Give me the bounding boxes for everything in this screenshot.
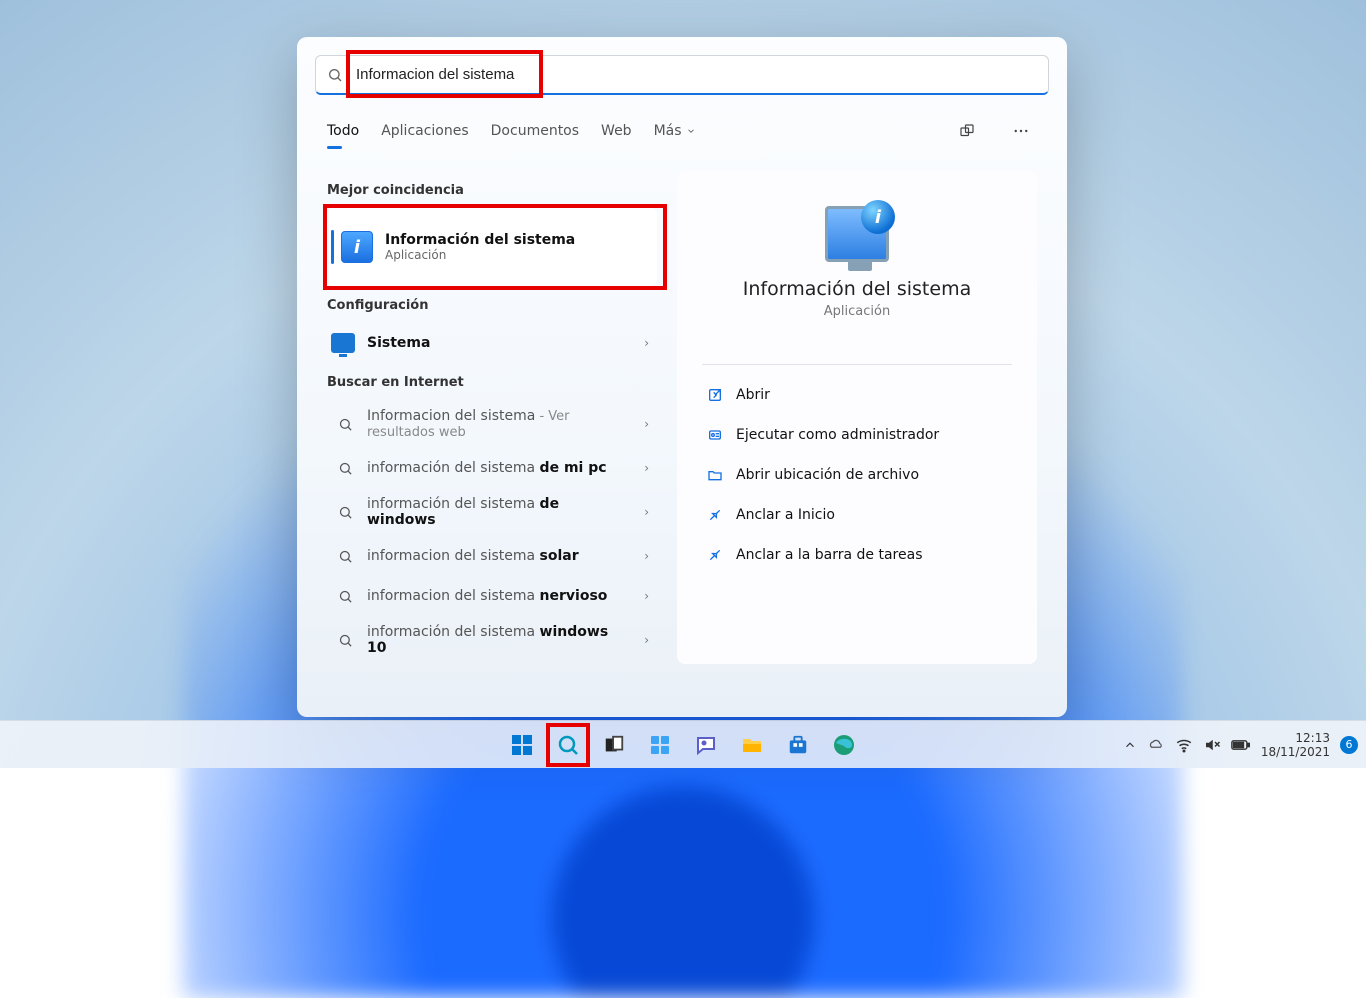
section-search-web-label: Buscar en Internet (327, 375, 657, 390)
battery-icon[interactable] (1231, 738, 1251, 752)
chevron-right-icon: › (644, 633, 649, 647)
taskbar-center (502, 725, 864, 765)
taskbar-search-button[interactable] (548, 725, 588, 765)
search-input[interactable] (315, 55, 1049, 95)
web-result-1[interactable]: Informacion del sistema - Ver resultados… (327, 400, 657, 448)
section-best-match-label: Mejor coincidencia (327, 183, 657, 198)
notifications-badge[interactable]: 6 (1340, 736, 1358, 754)
web-result-2[interactable]: información del sistema de mi pc › (327, 448, 657, 488)
action-pin-start[interactable]: Anclar a Inicio (702, 495, 1012, 535)
wifi-icon[interactable] (1175, 736, 1193, 754)
web-result-6[interactable]: información del sistema windows 10 › (327, 616, 657, 664)
tabs-row: Todo Aplicaciones Documentos Web Más (315, 95, 1049, 161)
tab-aplicaciones[interactable]: Aplicaciones (381, 123, 468, 139)
web-result-5[interactable]: informacion del sistema nervioso › (327, 576, 657, 616)
web-result-label: información del sistema de mi pc (367, 460, 632, 476)
shield-icon (706, 426, 724, 444)
preview-title: Información del sistema (702, 278, 1012, 300)
web-result-label: Informacion del sistema - Ver resultados… (367, 408, 632, 440)
action-label: Abrir (736, 387, 1008, 403)
search-icon (335, 546, 355, 566)
chevron-right-icon: › (644, 549, 649, 563)
tray-chevron-icon[interactable] (1123, 738, 1137, 752)
action-label: Ejecutar como administrador (736, 427, 1008, 443)
taskbar: 12:13 18/11/2021 6 (0, 720, 1366, 768)
action-run-admin[interactable]: Ejecutar como administrador (702, 415, 1012, 455)
tab-mas-label: Más (654, 123, 682, 139)
task-view-button[interactable] (594, 725, 634, 765)
pin-icon (702, 502, 727, 527)
clock-date: 18/11/2021 (1261, 745, 1330, 759)
config-item-sistema[interactable]: Sistema › (327, 323, 657, 363)
chevron-right-icon: › (644, 417, 649, 431)
web-result-label: información del sistema windows 10 (367, 624, 632, 656)
search-icon (335, 458, 355, 478)
action-label: Abrir ubicación de archivo (736, 467, 1008, 483)
start-button[interactable] (502, 725, 542, 765)
widgets-button[interactable] (640, 725, 680, 765)
tab-todo[interactable]: Todo (327, 123, 359, 139)
clock[interactable]: 12:13 18/11/2021 (1261, 731, 1330, 759)
chevron-right-icon: › (644, 505, 649, 519)
best-match-subtitle: Aplicación (385, 248, 575, 262)
file-explorer-button[interactable] (732, 725, 772, 765)
clock-time: 12:13 (1261, 731, 1330, 745)
action-label: Anclar a la barra de tareas (736, 547, 1008, 563)
web-result-4[interactable]: informacion del sistema solar › (327, 536, 657, 576)
preview-subtitle: Aplicación (702, 304, 1012, 319)
config-item-label: Sistema (367, 335, 632, 351)
tab-web[interactable]: Web (601, 123, 632, 139)
best-match-title: Información del sistema (385, 232, 575, 248)
chevron-right-icon: › (644, 336, 649, 350)
selection-accent (331, 230, 334, 264)
tab-documentos[interactable]: Documentos (491, 123, 579, 139)
onedrive-icon[interactable] (1147, 736, 1165, 754)
action-pin-taskbar[interactable]: Anclar a la barra de tareas (702, 535, 1012, 575)
search-container (315, 55, 1049, 95)
content-area: Mejor coincidencia i Información del sis… (315, 161, 1049, 664)
open-new-window-icon[interactable] (951, 115, 983, 147)
edge-button[interactable] (824, 725, 864, 765)
web-result-label: informacion del sistema solar (367, 548, 632, 564)
results-column: Mejor coincidencia i Información del sis… (327, 171, 657, 664)
search-popup: Todo Aplicaciones Documentos Web Más Mej… (297, 37, 1067, 717)
store-button[interactable] (778, 725, 818, 765)
app-large-icon: i (825, 206, 889, 262)
section-configuration-label: Configuración (327, 298, 657, 313)
web-result-3[interactable]: información del sistema de windows › (327, 488, 657, 536)
search-icon (335, 630, 355, 650)
action-open[interactable]: Abrir (702, 375, 1012, 415)
best-match-result[interactable]: i Información del sistema Aplicación (327, 208, 657, 286)
web-result-label: informacion del sistema nervioso (367, 588, 632, 604)
more-options-icon[interactable] (1005, 115, 1037, 147)
chevron-right-icon: › (644, 461, 649, 475)
msinfo-icon: i (341, 231, 373, 263)
chat-button[interactable] (686, 725, 726, 765)
chevron-right-icon: › (644, 589, 649, 603)
chevron-down-icon (686, 126, 696, 136)
volume-icon[interactable] (1203, 736, 1221, 754)
system-tray: 12:13 18/11/2021 6 (1123, 731, 1358, 759)
tab-mas[interactable]: Más (654, 123, 696, 139)
folder-icon (706, 466, 724, 484)
preview-panel: i Información del sistema Aplicación Abr… (677, 171, 1037, 664)
action-open-location[interactable]: Abrir ubicación de archivo (702, 455, 1012, 495)
search-icon (335, 502, 355, 522)
pin-icon (702, 542, 727, 567)
preview-actions: Abrir Ejecutar como administrador Abrir … (702, 364, 1012, 575)
search-icon (335, 414, 355, 434)
search-icon (327, 67, 343, 83)
search-icon (335, 586, 355, 606)
open-icon (706, 386, 724, 404)
web-result-label: información del sistema de windows (367, 496, 632, 528)
monitor-icon (331, 333, 355, 353)
action-label: Anclar a Inicio (736, 507, 1008, 523)
